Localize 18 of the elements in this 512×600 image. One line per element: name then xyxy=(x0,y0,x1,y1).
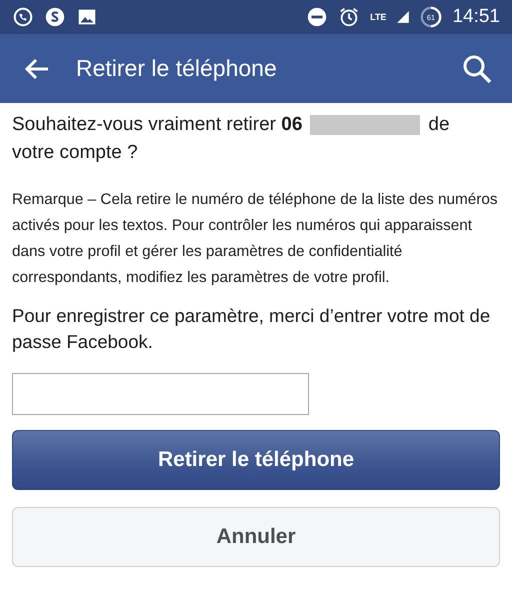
alarm-icon xyxy=(338,6,360,28)
cancel-button[interactable]: Annuler xyxy=(12,507,500,567)
password-prompt: Pour enregistrer ce paramètre, merci d’entrer votre mot de passe Facebook. xyxy=(12,304,492,354)
battery-icon: 61 xyxy=(420,6,442,28)
note-text: Remarque – Cela retire le numéro de téléphone de la liste des numéros activés pour les textos. Pour contrôler les numéros qui apparaissent dans votre profil et gérer les paramètres de confidentialité correspondants, modifiez les paramètres de votre profil. xyxy=(12,190,499,288)
question-text: de xyxy=(428,113,450,137)
page-title: Retirer le téléphone xyxy=(76,55,278,82)
chat-icon xyxy=(44,6,66,28)
search-icon[interactable] xyxy=(462,54,492,84)
clock-time: 14:51 xyxy=(452,6,500,28)
chat-bubble-icon xyxy=(12,6,34,28)
question-text: Souhaitez-vous vraiment retirer 06 xyxy=(12,113,302,137)
remove-phone-button[interactable]: Retirer le téléphone xyxy=(12,430,500,490)
password-field[interactable] xyxy=(12,373,309,415)
back-arrow-icon[interactable] xyxy=(24,56,50,80)
do-not-disturb-icon xyxy=(306,6,328,28)
question-text: votre compte ? xyxy=(12,141,138,165)
network-label: LTE xyxy=(370,12,386,22)
